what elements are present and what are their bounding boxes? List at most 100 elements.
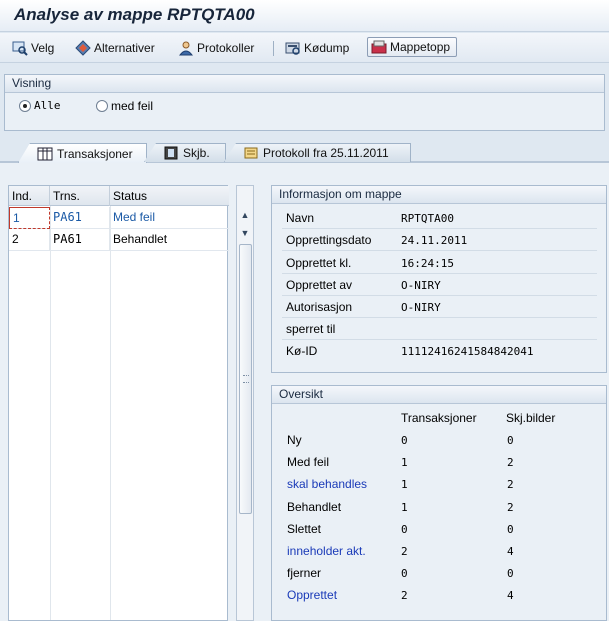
radio-med-feil-label: med feil xyxy=(111,99,154,113)
overview-trans-behandlet: 1 xyxy=(401,501,408,514)
radio-alle[interactable]: Alle xyxy=(19,99,61,112)
kodump-button[interactable]: Kødump xyxy=(283,38,351,58)
column-divider xyxy=(50,206,51,620)
select-icon xyxy=(12,40,28,56)
options-icon xyxy=(75,40,91,56)
overview-trans-med-feil: 1 xyxy=(401,456,408,469)
info-label-navn: Navn xyxy=(286,211,315,225)
mappetopp-button[interactable]: Mappetopp xyxy=(367,37,458,57)
overview-trans-inneholder-akt: 2 xyxy=(401,545,408,558)
overview-trans-skal-behandles: 1 xyxy=(401,478,408,491)
column-header-ind[interactable]: Ind. xyxy=(9,186,50,206)
cell-ind[interactable]: 2 xyxy=(9,229,50,251)
alternativer-button[interactable]: Alternativer xyxy=(73,38,157,58)
divider xyxy=(282,339,597,340)
overview-skj-ny: 0 xyxy=(507,434,514,447)
overview-label-med-feil: Med feil xyxy=(287,455,330,469)
overview-skj-slettet: 0 xyxy=(507,523,514,536)
page-title: Analyse av mappe RPTQTA00 xyxy=(14,5,255,24)
overview-skj-med-feil: 2 xyxy=(507,456,514,469)
info-label-sperret-til: sperret til xyxy=(286,322,336,336)
radio-med-feil-dot[interactable] xyxy=(96,100,108,112)
info-label-ko-id: Kø-ID xyxy=(286,344,318,358)
divider xyxy=(282,317,597,318)
overview-skj-behandlet: 2 xyxy=(507,501,514,514)
overview-link-inneholder-akt[interactable]: inneholder akt. xyxy=(287,544,366,558)
title-bar: Analyse av mappe RPTQTA00 xyxy=(0,0,609,32)
overview-label-fjerner: fjerner xyxy=(287,566,322,580)
overview-link-skal-behandles[interactable]: skal behandles xyxy=(287,477,367,491)
tab-protokoll-label: Protokoll fra 25.11.2011 xyxy=(263,146,389,160)
info-value-opprettet-kl: 16:24:15 xyxy=(401,257,454,270)
table-row[interactable]: 2 PA61 Behandlet xyxy=(9,229,229,251)
cell-trns[interactable]: PA61 xyxy=(50,229,110,251)
info-value-opprettingsdato: 24.11.2011 xyxy=(401,234,468,247)
film-icon xyxy=(163,146,179,160)
queue-dump-icon xyxy=(285,40,301,56)
application-toolbar: Velg Alternativer Protokoller Kødump Map… xyxy=(0,33,609,63)
divider xyxy=(282,228,597,229)
scroll-up-arrow-icon[interactable]: ▲ xyxy=(239,208,251,222)
overview-trans-slettet: 0 xyxy=(401,523,408,536)
info-value-opprettet-av: O-NIRY xyxy=(401,279,441,292)
cell-status[interactable]: Behandlet xyxy=(110,229,229,251)
overview-col-transaksjoner: Transaksjoner xyxy=(401,411,477,425)
folder-top-icon xyxy=(371,39,387,55)
divider xyxy=(282,273,597,274)
table-header: Ind. Trns. Status xyxy=(9,186,229,206)
transactions-table: Ind. Trns. Status 1 PA61 Med feil 2 PA61… xyxy=(8,185,229,621)
scroll-icon xyxy=(243,146,259,160)
divider xyxy=(282,250,597,251)
table-scrollbar[interactable]: ▲ ▼ xyxy=(236,185,254,621)
toolbar-separator xyxy=(273,41,274,56)
overview-skj-fjerner: 0 xyxy=(507,567,514,580)
overview-col-skjbilder: Skj.bilder xyxy=(506,411,556,425)
table-row[interactable]: 1 PA61 Med feil xyxy=(9,207,229,229)
info-title: Informasjon om mappe xyxy=(272,186,606,204)
tab-skjb[interactable]: Skjb. xyxy=(144,143,226,162)
visning-group: Visning xyxy=(4,74,605,131)
overview-skj-opprettet: 4 xyxy=(507,589,514,602)
protokoller-button[interactable]: Protokoller xyxy=(176,38,256,58)
person-log-icon xyxy=(178,40,194,56)
cell-status[interactable]: Med feil xyxy=(110,207,229,229)
info-value-navn: RPTQTA00 xyxy=(401,212,454,225)
cell-trns[interactable]: PA61 xyxy=(50,207,110,229)
tab-transaksjoner[interactable]: Transaksjoner xyxy=(18,143,147,163)
grip-icon xyxy=(243,375,249,383)
column-header-trns[interactable]: Trns. xyxy=(50,186,110,206)
overview-link-opprettet[interactable]: Opprettet xyxy=(287,588,337,602)
overview-title: Oversikt xyxy=(272,386,606,404)
overview-label-ny: Ny xyxy=(287,433,302,447)
overview-label-slettet: Slettet xyxy=(287,522,322,536)
overview-trans-opprettet: 2 xyxy=(401,589,408,602)
info-value-autorisasjon: O-NIRY xyxy=(401,301,441,314)
column-header-status[interactable]: Status xyxy=(110,186,229,206)
table-icon xyxy=(37,147,53,161)
radio-med-feil[interactable]: med feil xyxy=(96,99,153,113)
cell-ind[interactable]: 1 xyxy=(9,207,50,229)
overview-skj-skal-behandles: 2 xyxy=(507,478,514,491)
mappetopp-label: Mappetopp xyxy=(390,40,451,54)
scroll-thumb[interactable] xyxy=(239,244,252,514)
kodump-label: Kødump xyxy=(304,41,350,55)
tab-skjb-label: Skjb. xyxy=(183,146,210,160)
info-label-opprettingsdato: Opprettingsdato xyxy=(286,233,372,247)
scroll-down-arrow-icon[interactable]: ▼ xyxy=(239,226,251,240)
tab-protokoll[interactable]: Protokoll fra 25.11.2011 xyxy=(224,143,411,162)
overview-skj-inneholder-akt: 4 xyxy=(507,545,514,558)
protokoller-label: Protokoller xyxy=(197,41,255,55)
info-label-opprettet-kl: Opprettet kl. xyxy=(286,256,352,270)
overview-trans-ny: 0 xyxy=(401,434,408,447)
info-label-opprettet-av: Opprettet av xyxy=(286,278,353,292)
overview-trans-fjerner: 0 xyxy=(401,567,408,580)
tab-transaksjoner-label: Transaksjoner xyxy=(57,146,133,161)
column-divider xyxy=(110,206,111,620)
radio-alle-dot[interactable] xyxy=(19,99,31,112)
radio-alle-label: Alle xyxy=(34,99,61,112)
alternativer-label: Alternativer xyxy=(94,41,155,55)
info-value-ko-id: 11112416241584842041 xyxy=(401,345,534,358)
velg-button[interactable]: Velg xyxy=(10,38,56,58)
overview-label-behandlet: Behandlet xyxy=(287,500,342,514)
visning-title: Visning xyxy=(5,75,604,93)
